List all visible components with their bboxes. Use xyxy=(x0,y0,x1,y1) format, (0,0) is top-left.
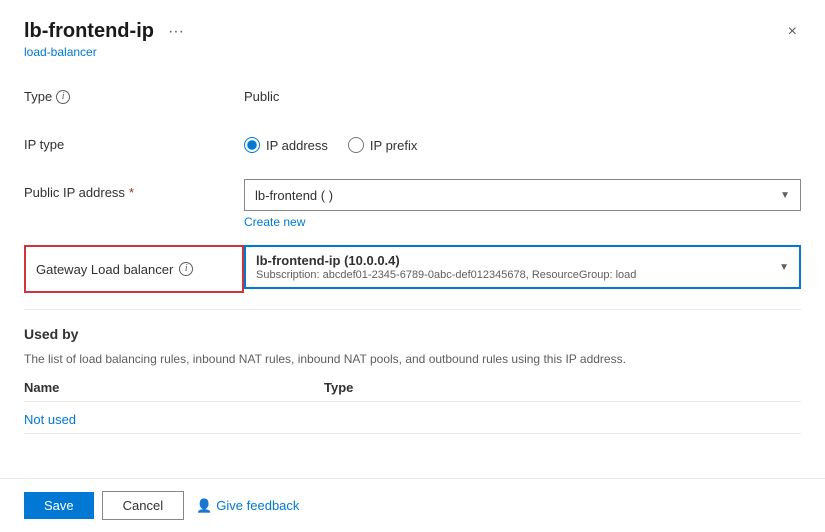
panel-body: Type i Public IP type IP address xyxy=(0,67,825,478)
gateway-name: lb-frontend-ip (10.0.0.4) xyxy=(256,253,636,268)
public-ip-value: lb-frontend ( ) xyxy=(255,188,333,203)
gateway-dropdown-arrow: ▼ xyxy=(779,262,789,273)
panel-footer: Save Cancel 👤 Give feedback xyxy=(0,478,825,532)
column-type-header: Type xyxy=(324,380,353,395)
gateway-dropdown[interactable]: lb-frontend-ip (10.0.0.4) Subscription: … xyxy=(244,245,801,289)
title-text: lb-frontend-ip xyxy=(24,20,154,43)
table-cell-name: Not used xyxy=(24,412,324,427)
public-ip-label: Public IP address * xyxy=(24,179,244,200)
radio-ip-address-input[interactable] xyxy=(244,137,260,153)
public-ip-dropdown-arrow: ▼ xyxy=(780,190,790,201)
gateway-dropdown-text: lb-frontend-ip (10.0.0.4) Subscription: … xyxy=(256,253,636,281)
panel: lb-frontend-ip ··· load-balancer × Type … xyxy=(0,0,825,532)
close-button[interactable]: × xyxy=(784,20,801,44)
used-by-section: Used by The list of load balancing rules… xyxy=(24,326,801,434)
feedback-link[interactable]: 👤 Give feedback xyxy=(196,498,299,514)
type-row: Type i Public xyxy=(24,83,801,115)
public-ip-row: Public IP address * lb-frontend ( ) ▼ Cr… xyxy=(24,179,801,229)
type-value: Public xyxy=(244,83,801,104)
radio-ip-prefix[interactable]: IP prefix xyxy=(348,137,417,153)
panel-title-area: lb-frontend-ip ··· load-balancer xyxy=(24,20,190,59)
type-info-icon[interactable]: i xyxy=(56,90,70,104)
radio-ip-address-label: IP address xyxy=(266,138,328,153)
ip-type-radio-group: IP address IP prefix xyxy=(244,131,417,153)
ip-type-label: IP type xyxy=(24,131,244,152)
cancel-button[interactable]: Cancel xyxy=(102,491,184,520)
radio-ip-prefix-input[interactable] xyxy=(348,137,364,153)
gateway-row: Gateway Load balancer i lb-frontend-ip (… xyxy=(24,245,801,293)
required-asterisk: * xyxy=(129,185,134,200)
panel-subtitle: load-balancer xyxy=(24,45,190,59)
create-new-link[interactable]: Create new xyxy=(244,215,801,229)
public-ip-control: lb-frontend ( ) ▼ Create new xyxy=(244,179,801,229)
gateway-info-icon[interactable]: i xyxy=(179,262,193,276)
used-by-title: Used by xyxy=(24,326,801,342)
radio-ip-prefix-label: IP prefix xyxy=(370,138,417,153)
gateway-label-text: Gateway Load balancer xyxy=(36,262,173,277)
used-by-description: The list of load balancing rules, inboun… xyxy=(24,350,801,368)
table-row: Not used xyxy=(24,406,801,434)
feedback-label: Give feedback xyxy=(216,498,299,513)
public-ip-dropdown-container: lb-frontend ( ) ▼ Create new xyxy=(244,179,801,229)
gateway-dropdown-inner: lb-frontend-ip (10.0.0.4) Subscription: … xyxy=(246,247,799,287)
save-button[interactable]: Save xyxy=(24,492,94,519)
gateway-sub: Subscription: abcdef01-2345-6789-0abc-de… xyxy=(256,269,636,281)
panel-header: lb-frontend-ip ··· load-balancer × xyxy=(0,0,825,67)
radio-ip-address[interactable]: IP address xyxy=(244,137,328,153)
feedback-icon: 👤 xyxy=(196,498,212,514)
gateway-label-box: Gateway Load balancer i xyxy=(24,245,244,293)
table-header: Name Type xyxy=(24,380,801,402)
ellipsis-button[interactable]: ··· xyxy=(162,21,190,43)
ip-type-control: IP address IP prefix xyxy=(244,131,801,153)
panel-title: lb-frontend-ip ··· xyxy=(24,20,190,43)
type-label: Type i xyxy=(24,83,244,104)
column-name-header: Name xyxy=(24,380,324,395)
divider xyxy=(24,309,801,310)
ip-type-row: IP type IP address IP prefix xyxy=(24,131,801,163)
public-ip-dropdown[interactable]: lb-frontend ( ) ▼ xyxy=(244,179,801,211)
